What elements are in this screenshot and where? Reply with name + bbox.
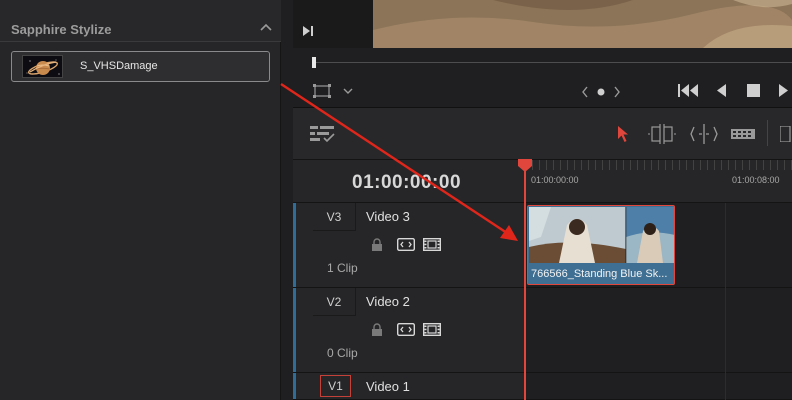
timeline-playhead-line[interactable] <box>524 168 526 400</box>
viewer-scrub-bar[interactable] <box>313 62 792 63</box>
track-controls <box>371 237 451 253</box>
stop-icon[interactable] <box>747 84 760 97</box>
safe-area-icon[interactable] <box>313 84 331 98</box>
effects-panel: Sapphire Stylize S_VHSDamage <box>0 0 281 400</box>
timeline-gridline <box>725 203 726 400</box>
playhead-icon[interactable] <box>518 159 532 172</box>
toolbar-divider <box>767 120 768 146</box>
track-lane-v1[interactable] <box>525 373 792 400</box>
auto-select-icon[interactable] <box>397 323 415 336</box>
ruler-label: 01:00:08:00 <box>732 175 780 185</box>
viewer-frame <box>373 0 792 48</box>
lock-icon[interactable] <box>371 238 383 252</box>
ruler-ticks <box>525 160 792 170</box>
track-header-v3[interactable]: V3 Video 3 1 Clip <box>293 203 525 288</box>
track-controls <box>371 322 451 338</box>
next-nav-icon[interactable] <box>613 86 621 98</box>
resolve-window: Sapphire Stylize S_VHSDamage 01:00:00:00… <box>0 0 792 400</box>
chevron-up-icon[interactable] <box>260 22 272 32</box>
auto-select-icon[interactable] <box>397 238 415 251</box>
timecode-panel: 01:00:00:00 <box>293 160 525 203</box>
track-id[interactable]: V2 <box>313 288 356 316</box>
dynamic-trim-icon[interactable] <box>690 124 718 144</box>
viewer-playhead[interactable] <box>312 57 316 68</box>
track-id[interactable]: V1 <box>320 375 351 397</box>
chevron-down-icon[interactable] <box>343 87 353 95</box>
dot-icon[interactable] <box>597 88 605 96</box>
timeline-clip[interactable]: 766566_Standing Blue Sk... <box>527 205 675 285</box>
timeline-ruler[interactable]: 01:00:00:00 01:00:08:00 <box>525 160 792 203</box>
viewer-side <box>293 0 373 48</box>
play-icon[interactable] <box>778 84 789 97</box>
track-lane-v2[interactable] <box>525 288 792 373</box>
blade-tool-icon[interactable] <box>731 126 755 142</box>
effects-category-header[interactable]: Sapphire Stylize <box>0 0 281 42</box>
track-header-v2[interactable]: V2 Video 2 0 Clip <box>293 288 525 373</box>
effect-thumbnail <box>22 55 63 78</box>
ruler-label: 01:00:00:00 <box>531 175 579 185</box>
film-icon[interactable] <box>423 238 441 251</box>
lock-icon[interactable] <box>371 323 383 337</box>
track-stripe <box>293 288 296 372</box>
track-name[interactable]: Video 2 <box>366 294 410 309</box>
track-name[interactable]: Video 3 <box>366 209 410 224</box>
trim-tool-icon[interactable] <box>648 124 676 144</box>
skip-start-icon[interactable] <box>678 84 700 97</box>
track-name[interactable]: Video 1 <box>366 379 410 394</box>
viewer-scrubber-area <box>293 48 792 78</box>
timeline-timecode[interactable]: 01:00:00:00 <box>352 172 461 194</box>
next-frame-icon[interactable] <box>302 25 314 37</box>
selection-tool-icon[interactable] <box>617 125 629 143</box>
effects-category-title: Sapphire Stylize <box>11 22 112 37</box>
clip-label: 766566_Standing Blue Sk... <box>531 268 668 280</box>
effect-item-vhs-damage[interactable]: S_VHSDamage <box>11 51 270 82</box>
clip-thumbnail <box>529 207 674 263</box>
film-icon[interactable] <box>423 323 441 336</box>
effect-item-label: S_VHSDamage <box>80 60 158 72</box>
track-stripe <box>293 373 296 399</box>
track-header-v1[interactable]: V1 Video 1 <box>293 373 525 400</box>
timeline-options-icon[interactable] <box>310 125 336 143</box>
more-tools-icon[interactable] <box>780 126 792 142</box>
play-reverse-icon[interactable] <box>716 84 727 97</box>
track-clip-count: 1 Clip <box>327 261 358 275</box>
prev-nav-icon[interactable] <box>581 86 589 98</box>
track-stripe <box>293 203 296 287</box>
track-id[interactable]: V3 <box>313 203 356 231</box>
track-clip-count: 0 Clip <box>327 346 358 360</box>
